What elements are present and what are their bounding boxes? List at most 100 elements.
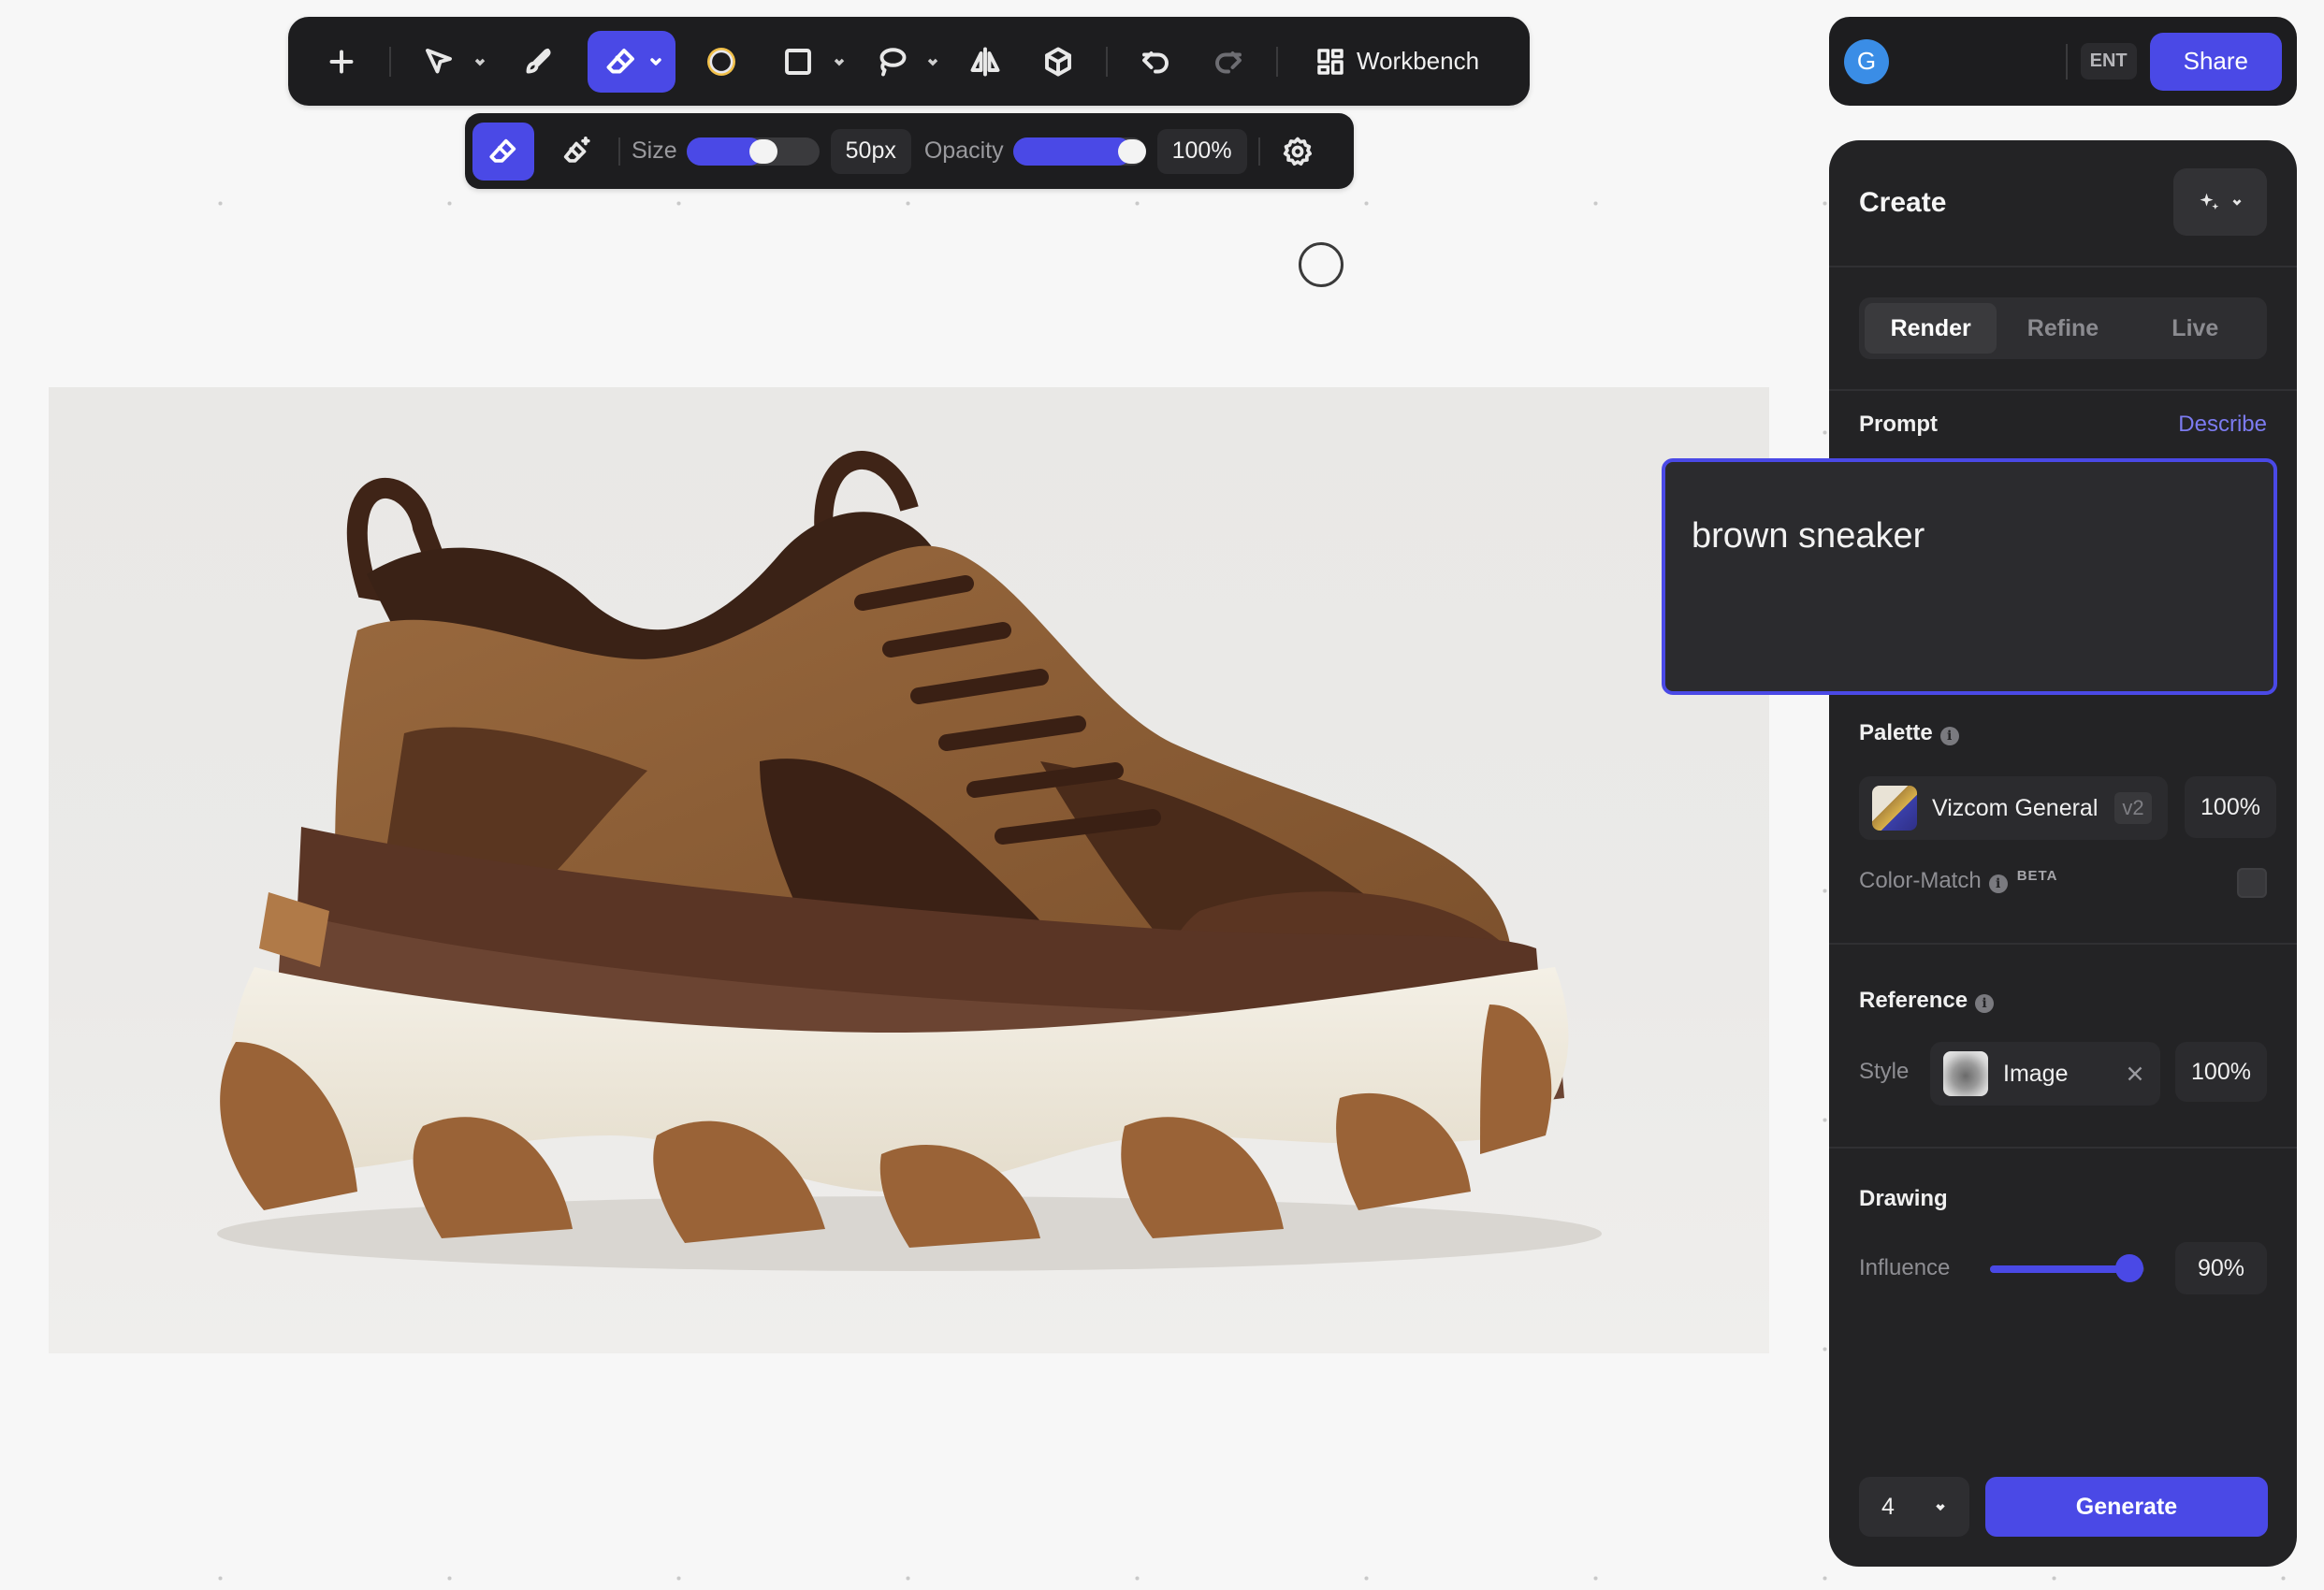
gear-icon: [1283, 137, 1312, 166]
color-ring-icon: [707, 47, 735, 76]
panel-divider: [1829, 1147, 2297, 1149]
plan-badge: ENT: [2080, 43, 2137, 80]
eraser-options-bar: Size 50px Opacity 100%: [465, 113, 1354, 189]
size-slider-knob[interactable]: [749, 138, 777, 164]
opacity-label: Opacity: [923, 137, 1004, 164]
eraser-mode-button[interactable]: [472, 122, 534, 181]
reference-label: Reference: [1859, 988, 1968, 1013]
toolbar-divider: [1106, 46, 1108, 77]
reference-image-chip[interactable]: Image: [1930, 1042, 2160, 1106]
options-divider: [1257, 137, 1260, 166]
select-tool-button[interactable]: [408, 31, 470, 93]
palette-thumbnail: [1872, 786, 1917, 831]
palette-strength[interactable]: 100%: [2185, 776, 2276, 838]
redo-button[interactable]: [1198, 31, 1259, 93]
tab-refine[interactable]: Refine: [1997, 303, 2128, 354]
eraser-tool-dropdown[interactable]: [646, 31, 666, 93]
generate-button[interactable]: Generate: [1985, 1477, 2268, 1537]
undo-icon: [1142, 51, 1169, 73]
beta-badge: BETA: [2016, 868, 2058, 884]
brush-icon: [526, 48, 551, 73]
prompt-label: Prompt: [1859, 412, 1938, 437]
output-count-select[interactable]: 4: [1859, 1477, 1969, 1537]
create-panel: Create Render Refine Live Prompt Describ…: [1829, 140, 2297, 1567]
avatar[interactable]: G: [1844, 38, 1889, 84]
share-button[interactable]: Share: [2149, 32, 2282, 91]
chevron-down-icon: [650, 57, 661, 65]
opacity-slider-knob[interactable]: [1117, 138, 1146, 164]
workbench-icon: [1317, 48, 1344, 75]
chevron-down-icon: [2232, 199, 2242, 206]
info-icon[interactable]: i: [1975, 993, 1995, 1013]
opacity-slider[interactable]: [1012, 137, 1146, 166]
undo-button[interactable]: [1125, 31, 1186, 93]
chevron-down-icon: [927, 58, 938, 65]
tab-render[interactable]: Render: [1865, 303, 1997, 354]
panel-title: Create: [1859, 187, 1947, 218]
eraser-icon: [489, 138, 516, 163]
3d-button[interactable]: [1027, 31, 1089, 93]
style-label: Style: [1859, 1059, 1910, 1084]
mirror-button[interactable]: [954, 31, 1016, 93]
shape-tool-button[interactable]: [767, 31, 829, 93]
describe-link[interactable]: Describe: [2178, 412, 2267, 438]
lasso-icon: [879, 47, 907, 76]
mode-tabs: Render Refine Live: [1859, 297, 2267, 359]
select-tool-dropdown[interactable]: [470, 31, 490, 93]
mirror-icon: [970, 47, 1000, 76]
sneaker-image: [217, 451, 1602, 1271]
opacity-value[interactable]: 100%: [1156, 128, 1247, 174]
reference-header: Reference i: [1859, 988, 2297, 1014]
info-icon[interactable]: i: [1988, 874, 2008, 893]
prompt-header: Prompt Describe: [1859, 412, 2267, 438]
info-icon[interactable]: i: [1939, 726, 1959, 745]
palette-label: Palette: [1859, 720, 1933, 745]
palette-version: v2: [2114, 792, 2152, 824]
sparkle-icon: [2200, 193, 2219, 210]
size-value[interactable]: 50px: [830, 128, 911, 174]
magic-eraser-button[interactable]: [545, 123, 607, 181]
tab-live[interactable]: Live: [2129, 303, 2261, 354]
options-divider: [618, 137, 620, 166]
size-label: Size: [632, 137, 677, 164]
account-divider: [2065, 43, 2068, 80]
main-toolbar: Workbench: [288, 17, 1530, 106]
brush-cursor: [1299, 242, 1344, 287]
shape-tool-dropdown[interactable]: [829, 31, 850, 93]
magic-eraser-icon: [563, 136, 590, 163]
lasso-tool-button[interactable]: [861, 31, 922, 93]
panel-divider: [1829, 943, 2297, 945]
add-icon: [329, 50, 354, 73]
magic-menu-button[interactable]: [2173, 168, 2267, 236]
chevron-down-icon: [474, 58, 486, 65]
add-button[interactable]: [311, 31, 372, 93]
workbench-label: Workbench: [1357, 47, 1480, 75]
palette-name: Vizcom General: [1932, 794, 2099, 821]
account-bar: G ENT Share: [1829, 17, 2297, 106]
chevron-down-icon: [834, 58, 845, 65]
lasso-tool-dropdown[interactable]: [922, 31, 943, 93]
influence-slider-knob[interactable]: [2114, 1254, 2143, 1282]
size-slider[interactable]: [686, 137, 820, 166]
prompt-input[interactable]: brown sneaker: [1662, 458, 2277, 695]
close-icon[interactable]: [2123, 1062, 2147, 1086]
panel-divider: [1829, 266, 2297, 267]
select-icon: [426, 48, 452, 73]
color-match-checkbox[interactable]: [2237, 868, 2267, 898]
eraser-icon: [606, 48, 634, 73]
drawing-label: Drawing: [1859, 1186, 1948, 1211]
influence-value[interactable]: 90%: [2175, 1242, 2267, 1294]
toolbar-divider: [389, 46, 391, 77]
brush-tool-button[interactable]: [507, 31, 569, 93]
color-match-label: Color-Match: [1859, 868, 1982, 893]
canvas-render-image[interactable]: [49, 387, 1769, 1353]
reference-strength[interactable]: 100%: [2175, 1042, 2267, 1102]
eraser-tool-button[interactable]: [588, 30, 675, 93]
workbench-button[interactable]: Workbench: [1295, 31, 1500, 93]
color-picker-button[interactable]: [690, 31, 752, 93]
chevron-down-icon: [1936, 1504, 1945, 1511]
palette-selector[interactable]: Vizcom General v2: [1859, 776, 2168, 840]
reference-thumbnail: [1943, 1051, 1988, 1096]
settings-button[interactable]: [1271, 123, 1324, 181]
influence-slider[interactable]: [1990, 1254, 2144, 1282]
